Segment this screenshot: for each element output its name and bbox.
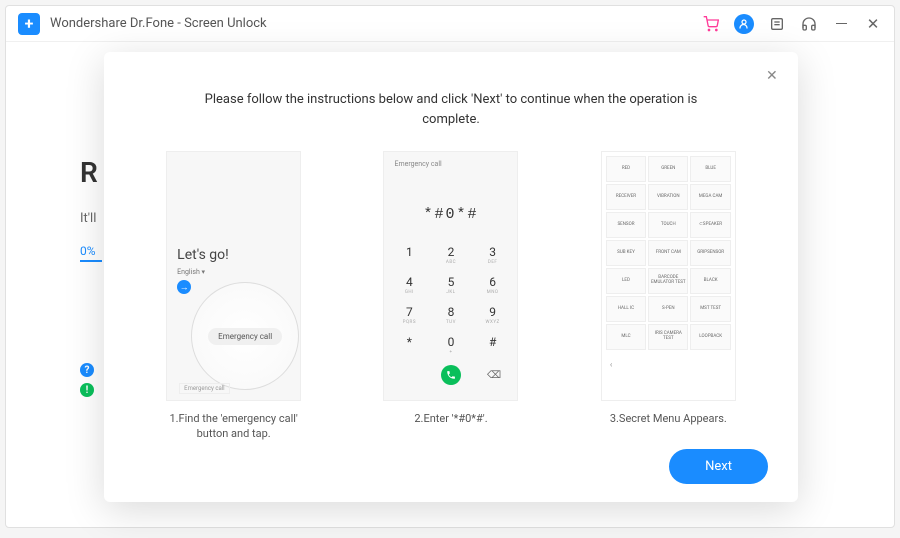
help-badge-icon[interactable]: ?: [80, 363, 94, 377]
secret-menu-cell: S-PEN: [648, 296, 688, 322]
next-button[interactable]: Next: [669, 449, 768, 484]
side-badges: ? !: [80, 363, 94, 397]
keypad-key: 0+: [430, 329, 472, 359]
cart-icon[interactable]: [702, 15, 720, 33]
background-progress: 0%: [80, 244, 102, 262]
secret-menu-cell: MEGA CAM: [690, 184, 730, 210]
secret-menu-cell: RECEIVER: [606, 184, 646, 210]
step-2: Emergency call *#0*# 12ABC3DEF 4GHI5JKL6M…: [357, 151, 544, 442]
phone2-call-icon: [441, 365, 461, 385]
phone1-arrow-icon: →: [177, 280, 191, 294]
phone1-language: English ▾: [177, 268, 205, 276]
phone-mock-2: Emergency call *#0*# 12ABC3DEF 4GHI5JKL6M…: [383, 151, 518, 401]
phone3-grid: REDGREENBLUE RECEIVERVIBRATIONMEGA CAM SEN…: [602, 152, 735, 354]
secret-menu-cell: TOUCH: [648, 212, 688, 238]
step1-caption: 1.Find the 'emergency call' button and t…: [154, 411, 314, 442]
secret-menu-cell: VIBRATION: [648, 184, 688, 210]
phone1-emergency-call-button: Emergency call: [208, 328, 282, 345]
minimize-button[interactable]: [832, 15, 850, 33]
secret-menu-cell: LOOPBACK: [690, 324, 730, 350]
phone2-header: Emergency call: [384, 152, 517, 176]
feedback-icon[interactable]: [768, 15, 786, 33]
phone2-code-display: *#0*#: [384, 206, 517, 223]
phone2-backspace-icon: ⌫: [487, 370, 501, 380]
support-icon[interactable]: [800, 15, 818, 33]
phone1-magnifier: Emergency call: [191, 282, 299, 390]
app-logo-icon: +: [18, 13, 40, 35]
phone1-bottom-tag: Emergency call: [179, 383, 230, 394]
keypad-key: 1: [388, 239, 430, 269]
keypad-key: #: [472, 329, 514, 359]
secret-menu-cell: RED: [606, 156, 646, 182]
keypad-key: 7PQRS: [388, 299, 430, 329]
secret-menu-cell: MST TEST: [690, 296, 730, 322]
secret-menu-cell: BARCODE EMULATOR TEST: [648, 268, 688, 294]
keypad-key: *: [388, 329, 430, 359]
user-icon[interactable]: [734, 14, 754, 34]
app-window: + Wondershare Dr.Fone - Screen Unlock ✕ …: [5, 5, 895, 528]
phone-mock-3: REDGREENBLUE RECEIVERVIBRATIONMEGA CAM SEN…: [601, 151, 736, 401]
close-window-button[interactable]: ✕: [864, 15, 882, 33]
instruction-modal: ✕ Please follow the instructions below a…: [104, 52, 798, 502]
keypad-key: 5JKL: [430, 269, 472, 299]
keypad-key: 9WXYZ: [472, 299, 514, 329]
secret-menu-cell: HALL IC: [606, 296, 646, 322]
phone-mock-1: Let's go! English ▾ → Emergency call Eme…: [166, 151, 301, 401]
step-3: REDGREENBLUE RECEIVERVIBRATIONMEGA CAM SEN…: [575, 151, 762, 442]
secret-menu-cell: GREEN: [648, 156, 688, 182]
steps-row: Let's go! English ▾ → Emergency call Eme…: [134, 151, 768, 442]
titlebar-actions: ✕: [702, 14, 882, 34]
step-1: Let's go! English ▾ → Emergency call Eme…: [140, 151, 327, 442]
phone3-back-icon: ‹: [602, 354, 735, 371]
secret-menu-cell: BLACK: [690, 268, 730, 294]
background-panel: R It'll 0%: [80, 156, 102, 262]
secret-menu-cell: SENSOR: [606, 212, 646, 238]
phone2-keypad: 12ABC3DEF 4GHI5JKL6MNO 7PQRS8TUV9WXYZ *0+#: [384, 239, 517, 359]
secret-menu-cell: FRONT CAM: [648, 240, 688, 266]
modal-close-button[interactable]: ✕: [766, 68, 780, 82]
titlebar: + Wondershare Dr.Fone - Screen Unlock ✕: [6, 6, 894, 42]
keypad-key: 6MNO: [472, 269, 514, 299]
background-heading: R: [80, 156, 102, 189]
keypad-key: 4GHI: [388, 269, 430, 299]
keypad-key: 3DEF: [472, 239, 514, 269]
modal-instruction-text: Please follow the instructions below and…: [134, 90, 768, 129]
keypad-key: 8TUV: [430, 299, 472, 329]
keypad-key: 2ABC: [430, 239, 472, 269]
step3-caption: 3.Secret Menu Appears.: [610, 411, 727, 426]
secret-menu-cell: GRIPSENSOR: [690, 240, 730, 266]
step2-caption: 2.Enter '*#0*#'.: [414, 411, 487, 426]
background-subtext: It'll: [80, 211, 102, 226]
phone1-letsgo: Let's go!: [177, 247, 229, 263]
secret-menu-cell: IRIS CAMERA TEST: [648, 324, 688, 350]
phone2-actions: ⌫: [384, 365, 517, 385]
secret-menu-cell: SUB KEY: [606, 240, 646, 266]
secret-menu-cell: BLUE: [690, 156, 730, 182]
info-badge-icon[interactable]: !: [80, 383, 94, 397]
secret-menu-cell: LED: [606, 268, 646, 294]
secret-menu-cell: MLC: [606, 324, 646, 350]
app-title: Wondershare Dr.Fone - Screen Unlock: [50, 16, 702, 31]
secret-menu-cell: ⊂SPEAKER: [690, 212, 730, 238]
